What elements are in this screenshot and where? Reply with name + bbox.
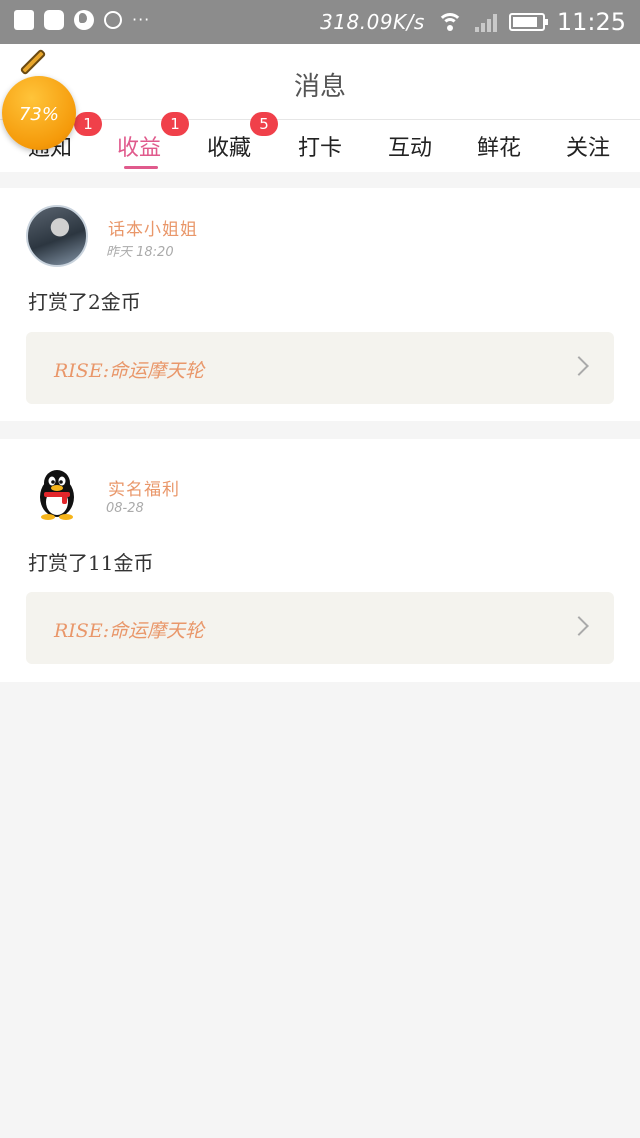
tab-active-indicator	[124, 166, 158, 169]
header: 消息	[0, 44, 640, 120]
favorites-badge: 5	[250, 112, 278, 136]
network-speed: 318.09K/s	[320, 10, 425, 34]
notification-square-icon	[14, 10, 34, 30]
status-right: 318.09K/s 11:25	[320, 8, 626, 36]
floating-ball-percent: 73%	[18, 104, 59, 125]
status-left: ···	[14, 10, 150, 30]
floating-ball[interactable]: 73%	[2, 76, 76, 150]
signal-icon	[474, 12, 497, 32]
earnings-badge: 1	[161, 112, 189, 136]
chevron-right-icon	[569, 356, 589, 376]
message-card: 实名福利 08-28 打赏了11金币 RISE:命运摩天轮	[0, 439, 640, 682]
sun-icon	[104, 11, 122, 29]
timestamp: 昨天 18:20	[106, 245, 174, 260]
tab-earnings[interactable]: 收益	[117, 130, 161, 162]
book-link-label: RISE:命运摩天轮	[54, 360, 205, 382]
tab-follow[interactable]: 关注	[566, 130, 610, 162]
wifi-icon	[436, 11, 463, 33]
tab-favorites[interactable]: 收藏	[207, 130, 251, 162]
qq-penguin-icon	[40, 470, 74, 520]
tab-checkin[interactable]: 打卡	[298, 130, 342, 162]
book-link[interactable]: RISE:命运摩天轮	[26, 592, 614, 664]
status-bar: ··· 318.09K/s 11:25	[0, 0, 640, 44]
message-text: 打赏了11金币	[28, 551, 154, 575]
more-icon: ···	[132, 10, 151, 29]
globe-icon	[74, 10, 94, 30]
username[interactable]: 话本小姐姐	[108, 215, 198, 240]
book-link-label: RISE:命运摩天轮	[54, 620, 205, 642]
chevron-right-icon	[569, 616, 589, 636]
page-title: 消息	[293, 72, 346, 102]
battery-icon	[508, 13, 548, 31]
message-text: 打赏了2金币	[28, 290, 141, 314]
message-card: 话本小姐姐 昨天 18:20 打赏了2金币 RISE:命运摩天轮	[0, 188, 640, 421]
clock: 11:25	[556, 8, 626, 36]
notify-badge: 1	[74, 112, 102, 136]
timestamp: 08-28	[106, 501, 144, 516]
book-link[interactable]: RISE:命运摩天轮	[26, 332, 614, 404]
user-photo-avatar[interactable]	[26, 205, 88, 267]
username[interactable]: 实名福利	[108, 475, 180, 500]
tab-flowers[interactable]: 鲜花	[477, 130, 521, 162]
qq-penguin-avatar[interactable]	[26, 461, 88, 523]
notification-square-icon	[44, 10, 64, 30]
tab-interaction[interactable]: 互动	[388, 130, 432, 162]
